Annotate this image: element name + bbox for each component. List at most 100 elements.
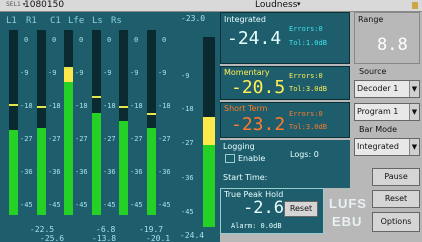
channel-level-fill — [92, 113, 101, 215]
main-meter-tick: -36 — [181, 174, 194, 182]
momentary-value: -20.5 — [231, 77, 286, 98]
channel-label-ls: Ls — [92, 16, 103, 26]
channel-readout: -22.5 — [30, 225, 55, 234]
scale-tick: -27 — [158, 135, 171, 143]
integrated-tol: Tol:1.0dB — [289, 39, 327, 47]
range-group: Range 8.8 — [354, 12, 420, 64]
scale-tick: -18 — [158, 102, 171, 110]
stream-id: 1080150 — [24, 0, 65, 10]
scale-tick: -45 — [20, 201, 33, 209]
scale-tick: -18 — [20, 102, 33, 110]
logging-panel: Logging Enable Logs: 0 Start Time: — [220, 140, 350, 188]
selector-hint[interactable]: SEL1 ▾ — [6, 1, 26, 8]
channel-meter-lfe — [92, 30, 101, 215]
short-term-errors: Errors:0 — [289, 110, 323, 118]
channel-level-fill — [64, 81, 73, 215]
scale-tick: -36 — [158, 168, 171, 176]
channel-peak-marker — [37, 105, 46, 108]
scale-tick: -36 — [130, 168, 143, 176]
program-select-value: Program 1 — [357, 107, 399, 116]
scale-tick: -36 — [75, 168, 88, 176]
scale-tick: -45 — [130, 201, 143, 209]
channel-meter-r1 — [37, 30, 46, 215]
channel-label-l1: L1 — [6, 16, 17, 26]
scale-tick: -18 — [103, 102, 116, 110]
range-label: Range — [358, 15, 384, 24]
channel-meters-panel: L1 R1 C1 Lfe Ls Rs 0 0 0 0 0 0 -9 -9 -9 -9 -9 -9 -18 -18 -18… — [0, 12, 178, 242]
scale-tick: -9 — [75, 69, 84, 77]
true-peak-value: -2.6 — [243, 198, 284, 218]
momentary-panel: Momentary -20.5 Errors:0 Tol:3.0dB — [220, 66, 350, 100]
scale-tick: -9 — [103, 69, 112, 77]
scale-tick: -9 — [20, 69, 29, 77]
pause-button[interactable]: Pause — [372, 168, 420, 186]
scale-tick: -18 — [75, 102, 88, 110]
logging-label: Logging — [223, 142, 255, 151]
reset-button[interactable]: Reset — [372, 190, 420, 208]
scale-tick: -36 — [20, 168, 33, 176]
main-meter-fill — [203, 145, 215, 227]
title-bar: SEL1 ▾ 1080150 Loudness ▾ — [0, 0, 422, 12]
channel-label-lfe: Lfe — [68, 16, 85, 26]
window-title[interactable]: Loudness — [255, 0, 297, 10]
chevron-down-icon[interactable]: ▼ — [409, 139, 419, 155]
scale-tick: -18 — [130, 102, 143, 110]
channel-peak-marker — [92, 96, 101, 99]
range-value: 8.8 — [377, 35, 408, 55]
corner-icon[interactable] — [412, 2, 418, 9]
main-meter-bottom-value: -24.4 — [180, 231, 205, 240]
channel-level-fill — [9, 129, 18, 215]
scale-tick: -36 — [48, 168, 61, 176]
decoder-select-value: Decoder 1 — [357, 84, 399, 93]
scale-tick: -45 — [103, 201, 116, 209]
channel-readout: -20.1 — [146, 234, 171, 242]
scale-tick: 0 — [162, 36, 167, 44]
channel-level-fill — [147, 128, 156, 215]
channel-meter-l1 — [9, 30, 18, 215]
channel-readout: -19.7 — [139, 225, 164, 234]
scale-tick: -27 — [103, 135, 116, 143]
bar-mode-select-value: Integrated — [357, 142, 399, 151]
channel-peak-marker — [147, 113, 156, 116]
scale-tick: -27 — [130, 135, 143, 143]
decoder-select[interactable]: Decoder 1 ▼ — [354, 80, 420, 98]
scale-tick: -36 — [103, 168, 116, 176]
channel-peak-marker — [9, 103, 18, 106]
scale-tick: 0 — [134, 36, 139, 44]
chevron-down-icon[interactable]: ▼ — [409, 81, 419, 97]
channel-meter-ls — [119, 30, 128, 215]
source-label: Source — [359, 67, 387, 76]
scale-tick: -27 — [48, 135, 61, 143]
chevron-down-icon[interactable]: ▾ — [297, 0, 301, 8]
channel-label-r1: R1 — [26, 16, 37, 26]
alarm-label: Alarm: 0.0dB — [231, 222, 282, 230]
channel-level-fill — [37, 128, 46, 215]
short-term-panel: Short Term -23.2 Errors:0 Tol:3.0dB — [220, 102, 350, 138]
scale-tick: -45 — [48, 201, 61, 209]
channel-meter-c1 — [64, 30, 73, 215]
scale-tick: -27 — [20, 135, 33, 143]
integrated-label: Integrated — [224, 15, 266, 24]
options-button[interactable]: Options — [372, 212, 420, 232]
integrated-value: -24.4 — [227, 28, 282, 49]
enable-checkbox[interactable] — [225, 154, 235, 163]
true-peak-reset-button[interactable]: Reset — [284, 201, 318, 217]
main-meter-bar — [203, 37, 215, 227]
channel-peak-marker — [119, 105, 128, 108]
short-term-tol: Tol:3.0dB — [289, 123, 327, 131]
logs-count: Logs: 0 — [290, 150, 319, 159]
channel-label-c1: C1 — [50, 16, 61, 26]
chevron-down-icon[interactable]: ▼ — [409, 104, 419, 120]
channel-level-yellow — [64, 68, 73, 82]
program-select[interactable]: Program 1 ▼ — [354, 103, 420, 121]
main-loudness-meter: -23.0 -24.4 -9 -18 -27 -36 -45 — [178, 12, 220, 242]
scale-tick: -9 — [48, 69, 57, 77]
momentary-label: Momentary — [224, 68, 270, 77]
main-meter-tick: -9 — [181, 72, 190, 80]
scale-tick: 0 — [52, 36, 57, 44]
bar-mode-label: Bar Mode — [359, 125, 398, 134]
short-term-label: Short Term — [224, 104, 268, 113]
main-meter-tick: -18 — [181, 105, 194, 113]
scale-tick: -45 — [75, 201, 88, 209]
bar-mode-select[interactable]: Integrated ▼ — [354, 138, 420, 156]
